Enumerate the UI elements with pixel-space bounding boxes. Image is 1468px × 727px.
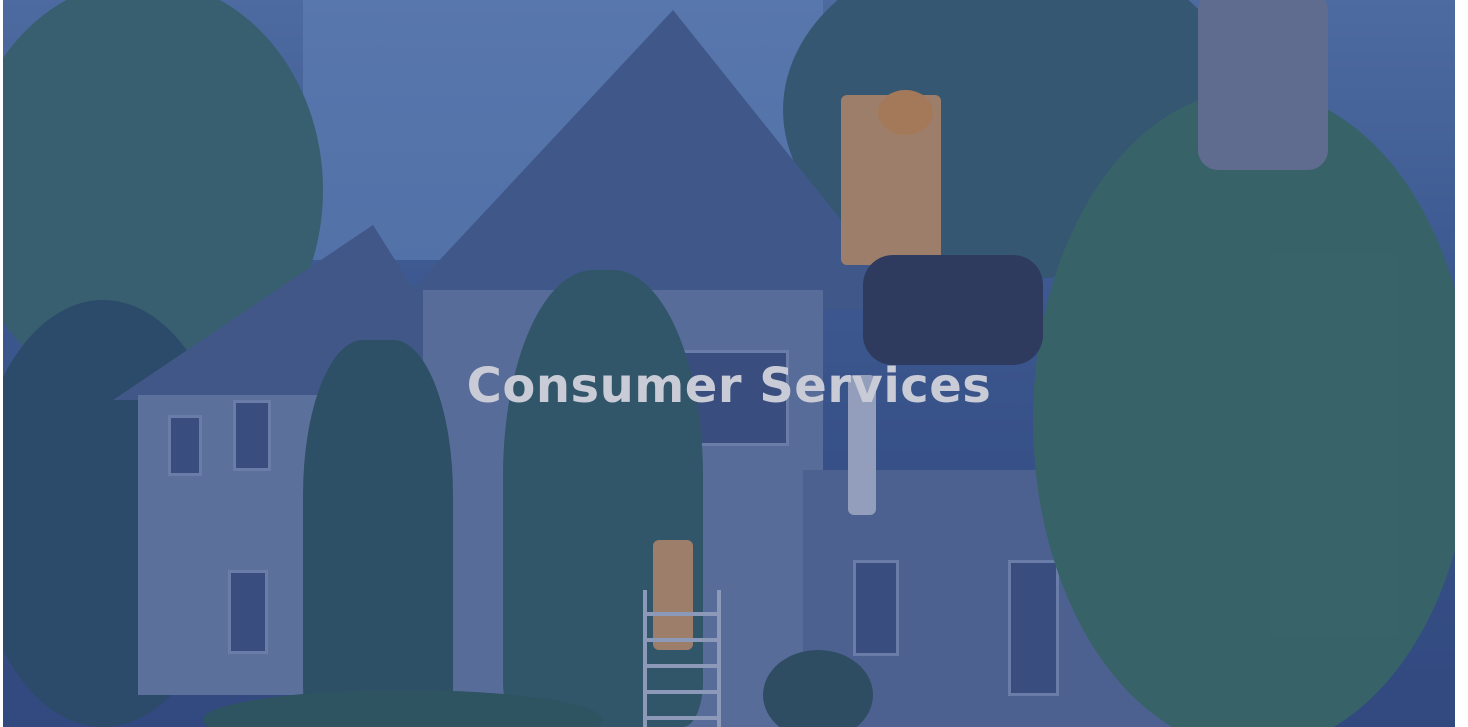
hero-title: Consumer Services <box>466 358 992 415</box>
